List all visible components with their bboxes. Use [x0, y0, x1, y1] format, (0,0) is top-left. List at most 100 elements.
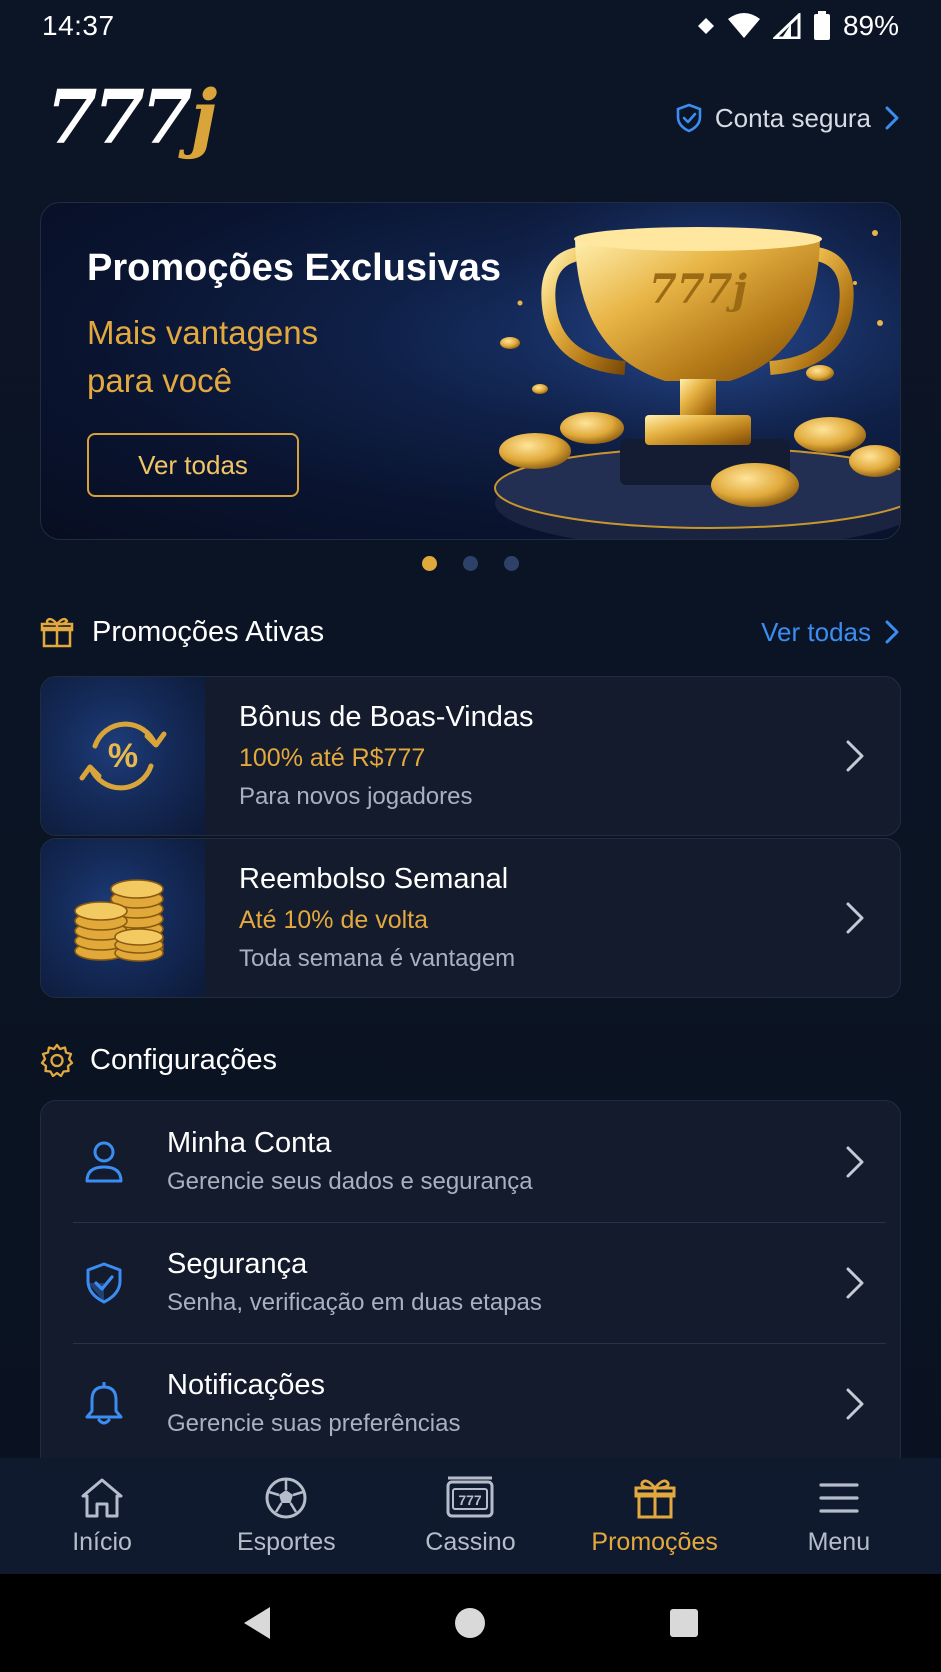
system-navigation-bar	[0, 1574, 941, 1672]
svg-text:%: %	[108, 737, 138, 775]
settings-text: Segurança Senha, verificação em duas eta…	[167, 1248, 810, 1317]
nav-item-sports[interactable]: Esportes	[196, 1476, 376, 1557]
active-promos-title: Promoções Ativas	[92, 615, 325, 648]
gear-icon	[40, 1043, 74, 1077]
status-bar: 14:37 89%	[0, 0, 941, 52]
nav-item-promotions[interactable]: Promoções	[565, 1476, 745, 1557]
settings-icon-wrap	[41, 1140, 167, 1184]
chevron-right-icon	[846, 740, 864, 772]
recents-square-icon	[670, 1609, 699, 1637]
settings-chevron	[810, 1387, 900, 1421]
active-promos-header: Promoções Ativas Ver todas	[40, 607, 901, 657]
status-icons: 89%	[697, 10, 899, 42]
chevron-right-icon	[846, 1388, 864, 1419]
promo-card-welcome-bonus[interactable]: % Bônus de Boas-Vindas 100% até R$777 Pa…	[40, 676, 901, 836]
system-home-button[interactable]	[440, 1593, 500, 1653]
nav-label: Esportes	[236, 1527, 336, 1556]
brand-logo[interactable]: 777 j	[46, 75, 217, 161]
carousel-dot-1[interactable]	[422, 556, 437, 571]
promo-highlight: 100% até R$777	[239, 744, 426, 772]
nav-item-menu[interactable]: Menu	[749, 1476, 929, 1557]
logo-letter: j	[190, 75, 218, 161]
settings-list: Minha Conta Gerencie seus dados e segura…	[40, 1100, 901, 1500]
signal-diamond-icon	[697, 18, 714, 34]
user-icon	[85, 1141, 123, 1182]
soccer-ball-icon	[265, 1477, 307, 1518]
wifi-icon	[727, 13, 760, 38]
settings-icon-wrap	[41, 1261, 167, 1305]
promo-thumb: %	[41, 677, 205, 835]
bell-icon	[85, 1381, 123, 1424]
nav-item-home[interactable]: Início	[12, 1476, 192, 1557]
carousel-dot-2[interactable]	[463, 556, 478, 571]
settings-item-description: Gerencie seus dados e segurança	[167, 1168, 533, 1195]
nav-label: Menu	[807, 1527, 871, 1556]
settings-title: Configurações	[90, 1043, 277, 1076]
shield-check-icon	[86, 1262, 122, 1303]
banner-title: Promoções Exclusivas	[87, 247, 501, 289]
banner-subtitle: Mais vantagens para você	[87, 314, 319, 399]
battery-icon	[813, 11, 830, 40]
slot-icon-text: 777	[459, 1492, 483, 1508]
see-all-label: Ver todas	[761, 616, 871, 647]
trophy-image: 777j	[480, 203, 900, 539]
back-triangle-icon	[243, 1607, 270, 1639]
settings-title-group: Configurações	[40, 1043, 277, 1077]
settings-item-title: Notificações	[167, 1369, 325, 1401]
app-header: 777 j Conta segura	[0, 75, 941, 161]
chevron-right-icon	[846, 1146, 864, 1177]
status-time: 14:37	[42, 10, 115, 41]
bottom-navigation: Início Esportes 777 Cassino Promoções Me…	[0, 1458, 941, 1574]
system-recents-button[interactable]	[654, 1593, 714, 1653]
nav-item-casino[interactable]: 777 Cassino	[380, 1476, 560, 1557]
settings-item-security[interactable]: Segurança Senha, verificação em duas eta…	[41, 1222, 900, 1343]
settings-item-description: Senha, verificação em duas etapas	[167, 1289, 542, 1316]
active-promos-title-group: Promoções Ativas	[40, 615, 324, 649]
home-circle-icon	[455, 1608, 486, 1638]
trophy-engraving: 777j	[649, 266, 747, 313]
chevron-right-icon	[846, 902, 864, 934]
settings-item-description: Gerencie suas preferências	[167, 1410, 461, 1437]
settings-chevron	[810, 1266, 900, 1300]
hamburger-menu-icon	[819, 1482, 859, 1513]
battery-percent: 89%	[842, 10, 899, 41]
settings-text: Minha Conta Gerencie seus dados e segura…	[167, 1127, 810, 1196]
promo-thumb	[41, 839, 205, 997]
nav-label: Início	[72, 1527, 132, 1556]
nav-label: Promoções	[591, 1527, 718, 1556]
slot-machine-icon: 777	[446, 1476, 494, 1517]
carousel-dot-3[interactable]	[504, 556, 519, 571]
banner-see-all-button[interactable]: Ver todas	[87, 433, 299, 497]
shield-check-icon	[676, 103, 702, 133]
chevron-right-icon	[885, 106, 899, 130]
chevron-right-icon	[846, 1267, 864, 1298]
settings-item-my-account[interactable]: Minha Conta Gerencie seus dados e segura…	[41, 1101, 900, 1222]
settings-text: Notificações Gerencie suas preferências	[167, 1369, 810, 1438]
carousel-indicator	[0, 556, 941, 571]
gift-icon	[634, 1479, 676, 1518]
system-back-button[interactable]	[227, 1593, 287, 1653]
settings-chevron	[810, 1145, 900, 1179]
screen: 14:37 89% 777 j Conta segura 777j Promoç…	[0, 0, 941, 1672]
promo-body: Reembolso Semanal Até 10% de volta Toda …	[205, 839, 810, 997]
settings-item-notifications[interactable]: Notificações Gerencie suas preferências	[41, 1343, 900, 1464]
nav-label: Cassino	[425, 1527, 516, 1556]
gift-icon	[40, 617, 74, 648]
settings-header: Configurações	[40, 1035, 901, 1085]
logo-number: 777	[46, 75, 192, 161]
chevron-right-icon	[885, 620, 899, 644]
promo-title: Bônus de Boas-Vindas	[239, 701, 534, 733]
secure-account-link[interactable]: Conta segura	[675, 103, 901, 134]
promo-description: Para novos jogadores	[239, 783, 473, 810]
secure-account-label: Conta segura	[714, 102, 871, 133]
active-promos-see-all[interactable]: Ver todas	[761, 617, 901, 648]
percent-cycle-icon: %	[79, 721, 167, 791]
settings-icon-wrap	[41, 1381, 167, 1426]
promo-body: Bônus de Boas-Vindas 100% até R$777 Para…	[205, 677, 810, 835]
home-icon	[81, 1478, 123, 1517]
promo-card-weekly-cashback[interactable]: Reembolso Semanal Até 10% de volta Toda …	[40, 838, 901, 998]
settings-item-title: Minha Conta	[167, 1127, 332, 1159]
promo-banner[interactable]: 777j Promoções Exclusivas Mais vantagens…	[40, 202, 901, 540]
promo-chevron	[810, 677, 900, 835]
cell-signal-icon	[772, 13, 801, 39]
